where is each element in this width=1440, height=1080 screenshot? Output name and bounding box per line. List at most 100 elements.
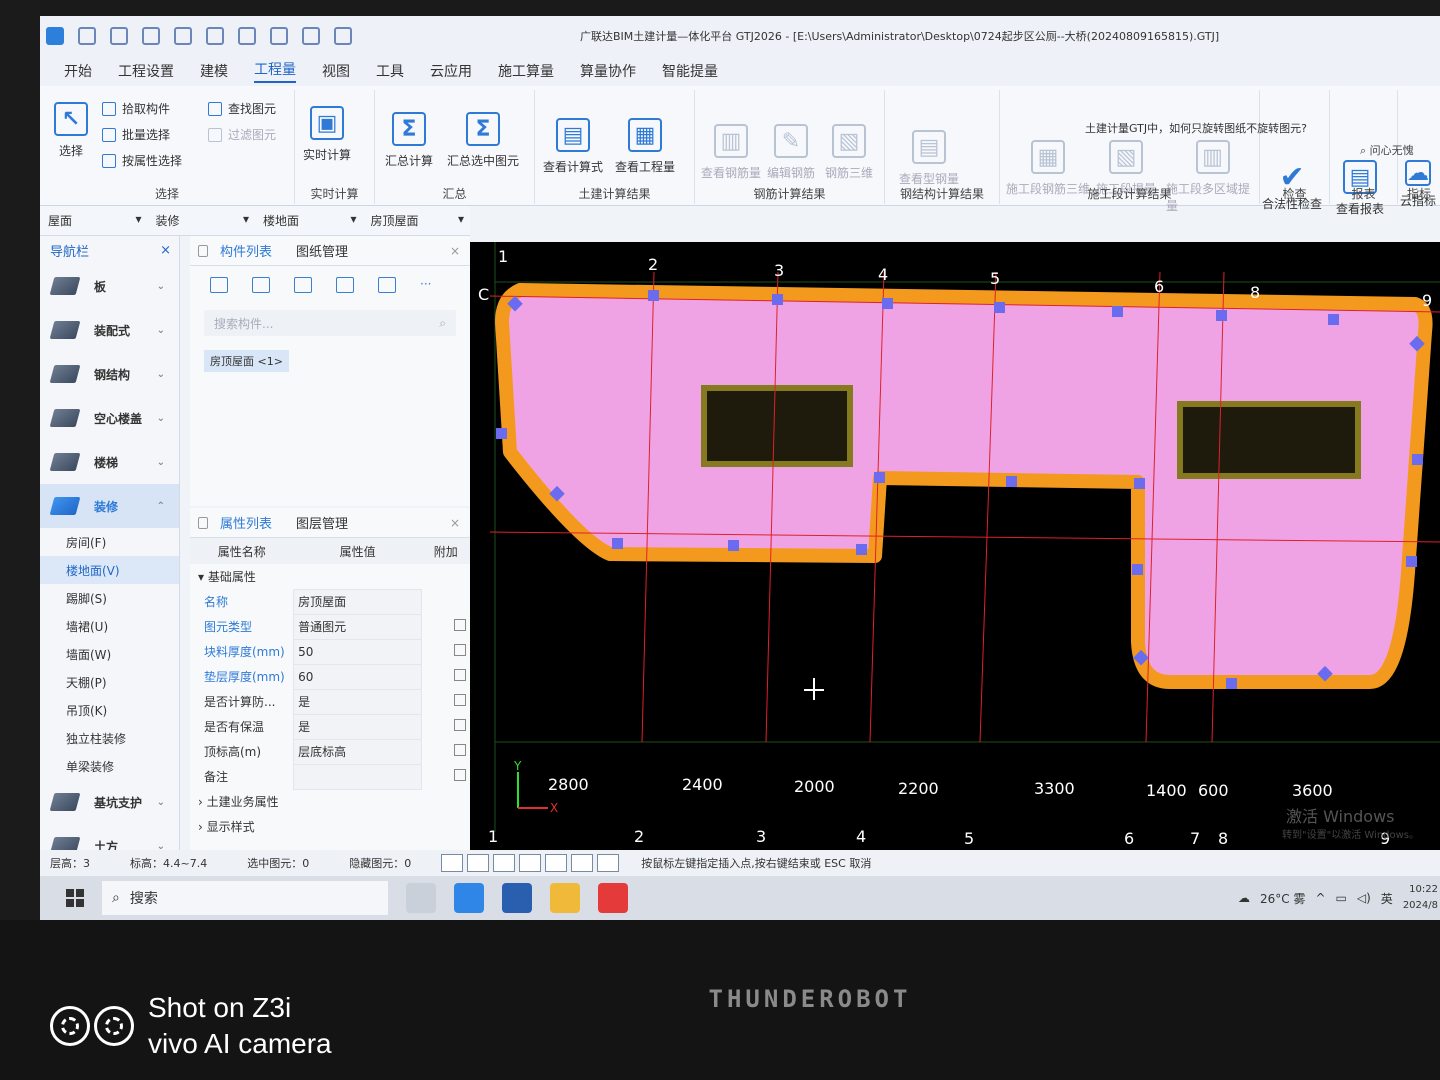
stage-multi-area-button[interactable]: ▥ 施工段多区域提量 bbox=[1166, 140, 1259, 214]
clock[interactable]: 10:22 2024/8 bbox=[1403, 882, 1438, 914]
tab-layer-manage[interactable]: 图层管理 bbox=[284, 513, 360, 532]
network-icon[interactable]: ▭ bbox=[1336, 891, 1347, 905]
layer-copy-icon[interactable] bbox=[336, 277, 354, 293]
section-civil-business[interactable]: › 土建业务属性 bbox=[190, 789, 470, 814]
nav-cat-hollow[interactable]: 空心楼盖 ⌄ bbox=[40, 396, 179, 440]
filter-icon[interactable] bbox=[378, 277, 396, 293]
rebar-3d-button[interactable]: ▧ 钢筋三维 bbox=[825, 124, 873, 181]
close-icon[interactable]: × bbox=[450, 516, 460, 530]
summary-selected-button[interactable]: Σ 汇总选中图元 bbox=[447, 112, 519, 169]
ime-indicator[interactable]: 英 bbox=[1381, 890, 1393, 907]
menu-smart[interactable]: 智能提量 bbox=[662, 61, 718, 81]
view-steel-button[interactable]: ▤ 查看型钢量 bbox=[899, 130, 959, 187]
weather[interactable]: 26°C 雾 bbox=[1260, 890, 1305, 907]
view-quantity-button[interactable]: ▦ 查看工程量 bbox=[615, 118, 675, 175]
nav-cat-pit[interactable]: 基坑支护 ⌄ bbox=[40, 780, 179, 824]
nav-sub-ceiling[interactable]: 天棚(P) bbox=[40, 668, 179, 696]
component-search-input[interactable]: 搜索构件... ⌕ bbox=[204, 310, 456, 336]
extra-checkbox[interactable] bbox=[454, 644, 467, 656]
property-value[interactable]: 50 bbox=[293, 638, 423, 665]
windows-start-icon[interactable] bbox=[66, 889, 84, 907]
batch-select-button[interactable]: 批量选择 bbox=[102, 126, 170, 143]
extra-checkbox[interactable] bbox=[454, 744, 467, 756]
rect-snap-icon[interactable] bbox=[467, 854, 490, 872]
new-component-icon[interactable] bbox=[210, 277, 228, 293]
nav-sub-floor[interactable]: 楼地面(V) bbox=[40, 556, 179, 584]
display-icon[interactable] bbox=[571, 854, 594, 872]
tray-expand-icon[interactable]: ^ bbox=[1315, 891, 1325, 905]
realtime-calc-button[interactable]: ▣ 实时计算 bbox=[303, 106, 351, 163]
drawing-canvas[interactable]: 1 2 3 4 5 6 8 9 C 1 2 3 4 5 6 7 8 9 2800… bbox=[470, 242, 1440, 850]
close-icon[interactable]: × bbox=[450, 244, 460, 258]
menu-quantity[interactable]: 工程量 bbox=[254, 59, 296, 83]
extra-checkbox[interactable] bbox=[454, 669, 467, 681]
nav-cat-stairs[interactable]: 楼梯 ⌄ bbox=[40, 440, 179, 484]
gtj-app-icon[interactable] bbox=[454, 883, 484, 913]
type-select[interactable]: 楼地面 ▾ bbox=[263, 212, 363, 229]
more-icon[interactable]: ··· bbox=[420, 277, 438, 293]
component-item[interactable]: 房顶屋面 <1> bbox=[204, 350, 289, 372]
layout-icon[interactable] bbox=[334, 27, 352, 45]
help-search[interactable]: ⌕ 问心无愧 bbox=[1360, 142, 1414, 158]
drawing-svg[interactable]: 1 2 3 4 5 6 8 9 C 1 2 3 4 5 6 7 8 9 2800… bbox=[470, 242, 1440, 850]
pin-icon[interactable] bbox=[198, 516, 208, 529]
nav-sub-dado[interactable]: 墙裙(U) bbox=[40, 612, 179, 640]
property-value[interactable] bbox=[293, 763, 423, 790]
select-button[interactable]: ↖ 选择 bbox=[54, 102, 88, 159]
property-value[interactable]: 普通图元 bbox=[293, 613, 423, 640]
menu-project-settings[interactable]: 工程设置 bbox=[118, 61, 174, 81]
menu-tools[interactable]: 工具 bbox=[376, 61, 404, 81]
nav-sub-skirting[interactable]: 踢脚(S) bbox=[40, 584, 179, 612]
property-value[interactable]: 是 bbox=[293, 688, 423, 715]
save-icon[interactable] bbox=[174, 27, 192, 45]
menu-collab[interactable]: 算量协作 bbox=[580, 61, 636, 81]
pick-component-button[interactable]: 拾取构件 bbox=[102, 100, 170, 117]
filter-element-button[interactable]: 过滤图元 bbox=[208, 126, 276, 143]
pin-icon[interactable] bbox=[198, 244, 208, 257]
floor-select[interactable]: 屋面 ▾ bbox=[48, 212, 148, 229]
section-display-style[interactable]: › 显示样式 bbox=[190, 814, 470, 839]
cross-snap-icon[interactable] bbox=[493, 854, 516, 872]
extra-checkbox[interactable] bbox=[454, 619, 467, 631]
component-select[interactable]: 房顶屋面 ▾ bbox=[371, 212, 471, 229]
calc-icon[interactable] bbox=[270, 27, 288, 45]
close-icon[interactable]: × bbox=[160, 243, 171, 258]
find-element-button[interactable]: 查找图元 bbox=[208, 100, 276, 117]
menu-cloud[interactable]: 云应用 bbox=[430, 61, 472, 81]
wps-app-icon[interactable] bbox=[598, 883, 628, 913]
nav-sub-beam-deco[interactable]: 单梁装修 bbox=[40, 752, 179, 780]
task-view-icon[interactable] bbox=[406, 883, 436, 913]
nav-sub-room[interactable]: 房间(F) bbox=[40, 528, 179, 556]
summary-calc-button[interactable]: Σ 汇总计算 bbox=[385, 112, 433, 169]
undo-icon[interactable] bbox=[206, 27, 224, 45]
arc-icon[interactable] bbox=[597, 854, 620, 872]
tab-drawing-manage[interactable]: 图纸管理 bbox=[284, 241, 360, 260]
menu-modeling[interactable]: 建模 bbox=[200, 61, 228, 81]
tab-property-list[interactable]: 属性列表 bbox=[208, 513, 284, 532]
edit-rebar-button[interactable]: ✎ 编辑钢筋 bbox=[767, 124, 815, 181]
menu-start[interactable]: 开始 bbox=[64, 61, 92, 81]
menu-construction[interactable]: 施工算量 bbox=[498, 61, 554, 81]
menu-view[interactable]: 视图 bbox=[322, 61, 350, 81]
nav-sub-column-deco[interactable]: 独立柱装修 bbox=[40, 724, 179, 752]
copy-icon[interactable] bbox=[252, 277, 270, 293]
angle-icon[interactable] bbox=[519, 854, 542, 872]
category-select[interactable]: 装修 ▾ bbox=[156, 212, 256, 229]
redo-icon[interactable] bbox=[238, 27, 256, 45]
property-value[interactable]: 层底标高 bbox=[293, 738, 423, 765]
dynamic-input-icon[interactable] bbox=[545, 854, 568, 872]
tab-component-list[interactable]: 构件列表 bbox=[208, 241, 284, 260]
new-file-icon[interactable] bbox=[78, 27, 96, 45]
extra-checkbox[interactable] bbox=[454, 719, 467, 731]
ortho-icon[interactable] bbox=[441, 854, 464, 872]
delete-icon[interactable] bbox=[294, 277, 312, 293]
nav-cat-decoration[interactable]: 装修 ⌃ bbox=[40, 484, 179, 528]
new-doc-icon[interactable] bbox=[110, 27, 128, 45]
extra-checkbox[interactable] bbox=[454, 694, 467, 706]
select-by-attr-button[interactable]: 按属性选择 bbox=[102, 152, 182, 169]
taskbar-search[interactable]: ⌕ 搜索 bbox=[102, 881, 388, 915]
nav-sub-suspended[interactable]: 吊顶(K) bbox=[40, 696, 179, 724]
nav-cat-slab[interactable]: 板 ⌄ bbox=[40, 264, 179, 308]
open-folder-icon[interactable] bbox=[142, 27, 160, 45]
view-formula-button[interactable]: ▤ 查看计算式 bbox=[543, 118, 603, 175]
